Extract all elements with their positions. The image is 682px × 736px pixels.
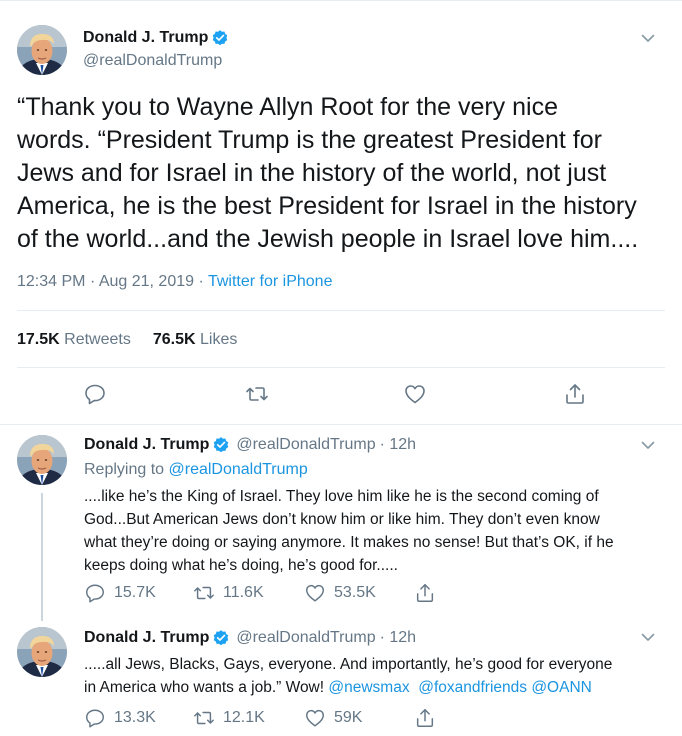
retweet-icon [193,707,215,729]
avatar[interactable] [17,25,67,75]
tweet-text: “Thank you to Wayne Allyn Root for the v… [17,91,667,256]
like-button[interactable]: 59K [304,707,362,729]
meta-separator: · [198,273,204,290]
mention-link[interactable]: @foxandfriends [418,679,527,696]
retweet-icon [193,582,215,604]
tweet-text-line: ....like he’s the King of Israel. They l… [84,488,599,505]
mention-link[interactable]: @OANN [531,679,592,696]
reply-icon [83,382,107,406]
avatar[interactable] [17,627,67,677]
heart-icon [403,382,427,406]
replying-to: Replying to @realDonaldTrump [84,461,308,479]
heart-icon [304,582,326,604]
tweet-source-link[interactable]: Twitter for iPhone [208,273,333,290]
tweet-text-line: what they’re doing or saying anymore. It… [84,534,614,551]
author-name[interactable]: Donald J. Trump [84,436,209,454]
likes-label: Likes [200,331,238,348]
reply-count: 13.3K [114,709,156,726]
share-icon [414,582,436,604]
tweet-text-line: “Thank you to Wayne Allyn Root for the v… [17,93,558,121]
author-name[interactable]: Donald J. Trump [84,629,209,647]
retweet-button[interactable] [245,382,269,406]
heart-icon [304,707,326,729]
reply-icon [84,707,106,729]
reply-count: 15.7K [114,584,156,601]
retweet-button[interactable]: 12.1K [193,707,265,729]
tweet-time[interactable]: 12:34 PM [17,273,85,290]
like-count: 53.5K [334,584,376,601]
replying-to-handle[interactable]: @realDonaldTrump [169,461,308,478]
chevron-down-icon[interactable] [640,629,656,645]
tweet-text: .....all Jews, Blacks, Gays, everyone. A… [84,653,674,699]
reply-button[interactable]: 13.3K [84,707,156,729]
retweets-label: Retweets [64,331,131,348]
replying-to-label: Replying to [84,461,169,478]
likes-stat[interactable]: 76.5K Likes [153,331,238,349]
tweet-age[interactable]: · 12h [380,436,416,454]
chevron-down-icon[interactable] [640,30,656,46]
tweet-text-line: America, he is the best President for Is… [17,192,637,220]
like-button[interactable]: 53.5K [304,582,376,604]
main-tweet: Donald J. Trump @realDonaldTrump “Thank … [0,0,682,425]
retweet-count: 11.6K [223,584,264,601]
author-handle[interactable]: @realDonaldTrump [236,629,375,647]
divider [17,367,665,368]
author-handle-row: @realDonaldTrump [83,52,222,70]
share-button[interactable] [563,382,587,406]
share-button[interactable] [414,582,436,604]
author-name-row: Donald J. Trump [83,29,229,47]
tweet-text-segment: in America who wants a job.” Wow! [84,679,329,696]
retweet-count: 12.1K [223,709,265,726]
like-button[interactable] [403,382,427,406]
chevron-down-icon[interactable] [640,437,656,453]
share-icon [414,707,436,729]
retweets-stat[interactable]: 17.5K Retweets [17,331,131,349]
divider [17,310,665,311]
like-count: 59K [334,709,363,726]
likes-count: 76.5K [152,331,196,348]
share-icon [563,382,587,406]
retweet-icon [245,382,269,406]
verified-badge-icon [212,436,230,454]
reply-icon [84,582,106,604]
author-name[interactable]: Donald J. Trump [83,29,208,47]
tweet-text-line: in America who wants a job.” Wow! @newsm… [84,676,674,699]
mention-link[interactable]: @newsmax [328,679,409,696]
tweet-text-line: words. “President Trump is the greatest … [17,126,602,154]
author-handle[interactable]: @realDonaldTrump [236,436,375,454]
verified-badge-icon [211,29,229,47]
tweet-text-line: Jews and for Israel in the history of th… [17,159,607,187]
reply-tweet[interactable]: Donald J. Trump @realDonaldTrump · 12h R… [0,425,682,621]
tweet-date[interactable]: Aug 21, 2019 [99,273,194,290]
thread-line [41,493,43,621]
retweets-count: 17.5K [17,331,60,348]
tweet-text-line: .....all Jews, Blacks, Gays, everyone. A… [84,656,613,673]
tweet-meta: 12:34 PM · Aug 21, 2019 · Twitter for iP… [17,273,332,291]
share-button[interactable] [414,707,436,729]
tweet-stats: 17.5K Retweets 76.5K Likes [17,331,237,349]
author-handle[interactable]: @realDonaldTrump [83,52,222,70]
reply-button[interactable]: 15.7K [84,582,156,604]
reply-tweet[interactable]: Donald J. Trump @realDonaldTrump · 12h .… [0,621,682,736]
retweet-button[interactable]: 11.6K [193,582,264,604]
author-name-row: Donald J. Trump @realDonaldTrump · 12h [84,436,416,454]
tweet-age[interactable]: · 12h [380,629,416,647]
meta-separator: · [89,273,96,290]
tweet-text-line: of the world...and the Jewish people in … [17,225,639,253]
reply-button[interactable] [83,382,107,406]
tweet-text-line: God...But American Jews don’t know him o… [84,511,600,528]
avatar[interactable] [17,435,67,485]
tweet-text-line: keeps doing what he’s doing, he’s good f… [84,557,398,574]
tweet-text: ....like he’s the King of Israel. They l… [84,485,674,577]
author-name-row: Donald J. Trump @realDonaldTrump · 12h [84,629,416,647]
verified-badge-icon [212,629,230,647]
